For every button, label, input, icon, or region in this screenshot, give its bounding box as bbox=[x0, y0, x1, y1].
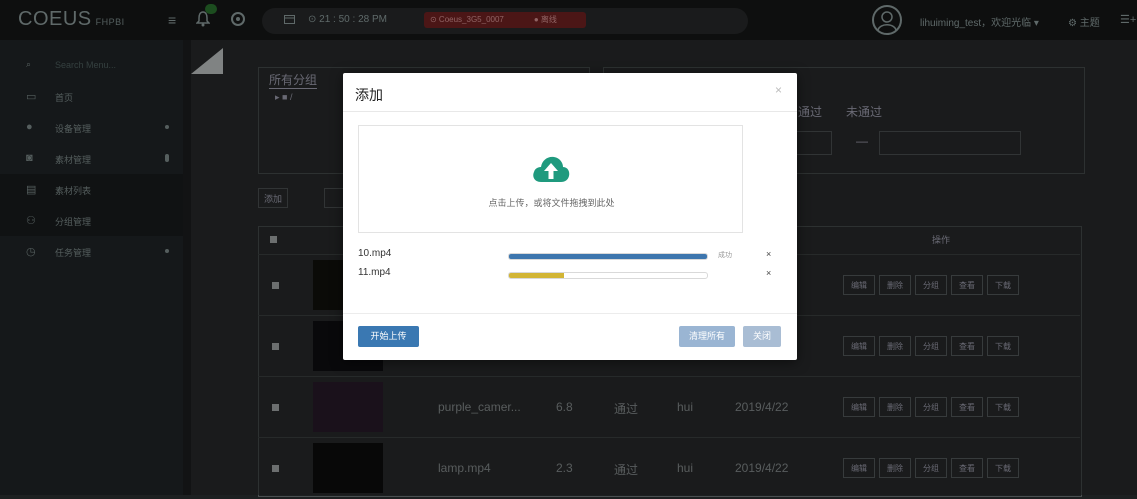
upload-status: 成功 bbox=[718, 252, 732, 259]
upload-file-row: 11.mp4 × bbox=[358, 267, 788, 283]
upload-file-row: 10.mp4 成功 × bbox=[358, 248, 788, 264]
cloud-upload-icon bbox=[531, 154, 571, 187]
progress-fill bbox=[509, 254, 707, 259]
close-button[interactable]: 关闭 bbox=[743, 326, 781, 347]
progress-bar bbox=[508, 253, 708, 260]
remove-file-icon[interactable]: × bbox=[766, 249, 771, 259]
upload-dropzone[interactable]: 点击上传，或将文件拖拽到此处 bbox=[358, 125, 743, 233]
dialog-close-icon[interactable]: × bbox=[775, 83, 782, 97]
clear-all-button[interactable]: 清理所有 bbox=[679, 326, 735, 347]
start-upload-button[interactable]: 开始上传 bbox=[358, 326, 419, 347]
file-name: 10.mp4 bbox=[358, 248, 392, 259]
upload-dialog: 添加 × 点击上传，或将文件拖拽到此处 10.mp4 成功 × 11.mp4 ×… bbox=[343, 73, 797, 360]
progress-bar bbox=[508, 272, 708, 279]
remove-file-icon[interactable]: × bbox=[766, 268, 771, 278]
progress-fill bbox=[509, 273, 565, 278]
dialog-divider bbox=[343, 111, 797, 112]
upload-hint: 点击上传，或将文件拖拽到此处 bbox=[488, 198, 615, 208]
file-name: 11.mp4 bbox=[358, 267, 391, 278]
dialog-title: 添加 bbox=[355, 87, 383, 103]
dialog-footer-divider bbox=[343, 313, 797, 314]
